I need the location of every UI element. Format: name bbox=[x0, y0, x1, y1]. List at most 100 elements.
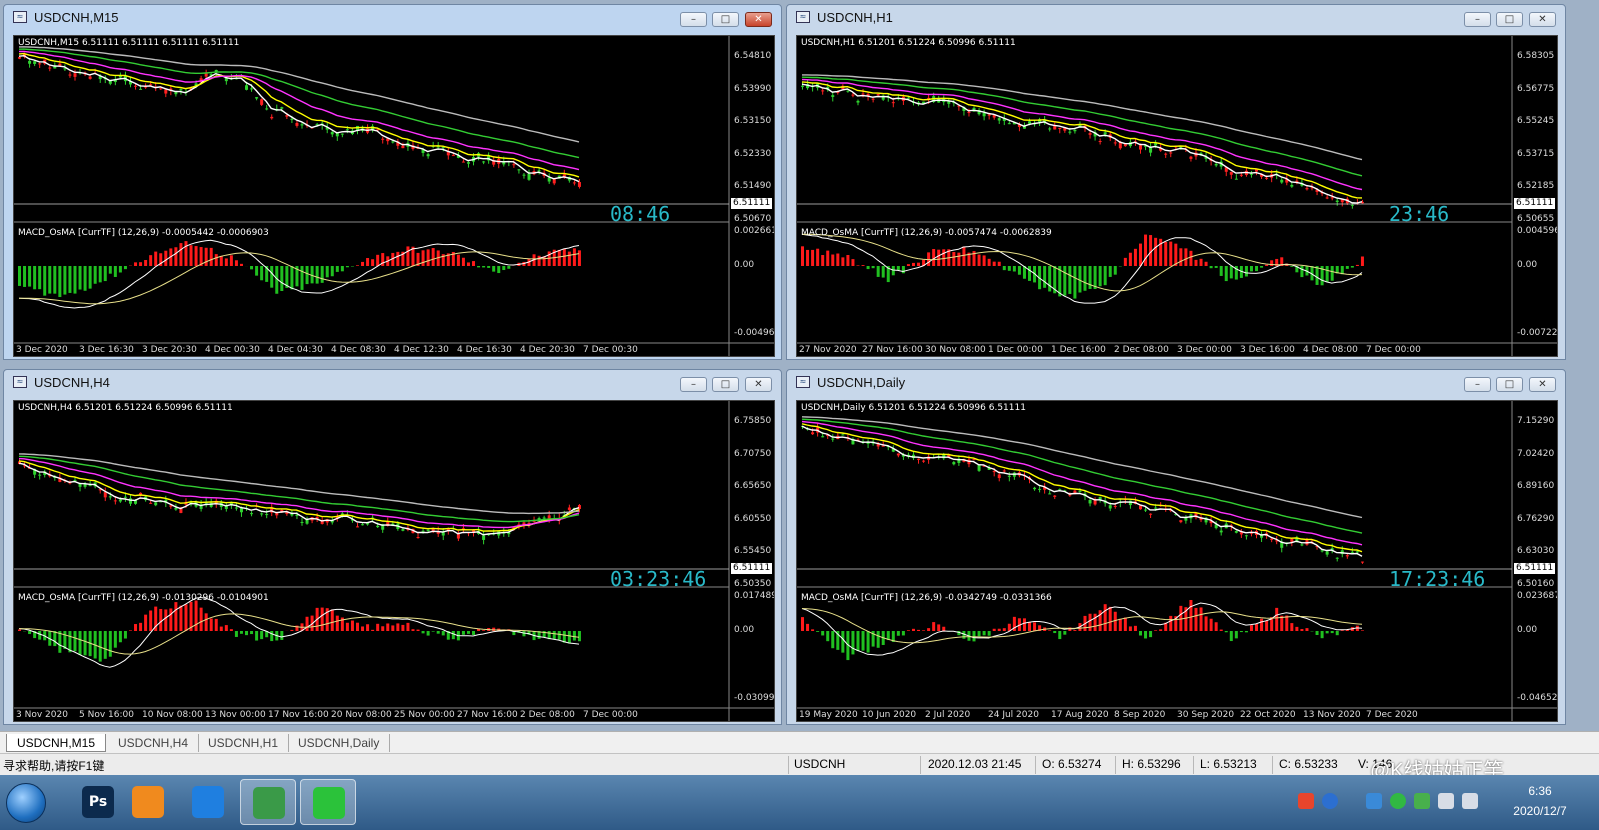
chart-window-h4[interactable]: ≈ USDCNH,H4 – □ ✕ USDCNH,H4 6.51201 6.51224 6… bbox=[3, 369, 782, 725]
window-titlebar[interactable]: ≈ USDCNH,H4 – □ ✕ bbox=[4, 370, 781, 396]
osma-bar bbox=[23, 266, 27, 287]
osma-bar bbox=[1290, 266, 1294, 267]
osma-bar bbox=[1138, 631, 1142, 636]
time-axis-label: 17 Aug 2020 bbox=[1051, 710, 1109, 720]
osma-bar bbox=[63, 631, 67, 649]
tray-help-icon[interactable] bbox=[1322, 793, 1338, 809]
taskbar-app-button[interactable] bbox=[180, 779, 236, 825]
tray-check-icon[interactable] bbox=[1414, 793, 1430, 809]
osma-bar bbox=[335, 266, 339, 272]
osma-bar bbox=[507, 266, 511, 269]
osma-bar bbox=[861, 265, 865, 266]
taskbar-app-button[interactable]: Ps bbox=[70, 779, 126, 825]
price-axis-label: 6.50670 bbox=[734, 213, 772, 224]
candle-body bbox=[1007, 475, 1011, 477]
osma-bar bbox=[431, 631, 435, 632]
osma-bar bbox=[1189, 250, 1193, 266]
osma-bar bbox=[1002, 628, 1006, 631]
chart-area[interactable]: USDCNH,H4 6.51201 6.51224 6.50996 6.5111… bbox=[13, 400, 775, 722]
maximize-button[interactable]: □ bbox=[712, 377, 739, 392]
chart-window-m15[interactable]: ≈ USDCNH,M15 – □ ✕ USDCNH,M15 6.51111 6.51111… bbox=[3, 4, 782, 360]
maximize-button[interactable]: □ bbox=[1496, 377, 1523, 392]
tray-sogou-icon[interactable] bbox=[1298, 793, 1314, 809]
minimize-button[interactable]: – bbox=[1464, 377, 1491, 392]
osma-bar bbox=[1285, 615, 1289, 631]
osma-bar bbox=[108, 266, 112, 274]
osma-bar bbox=[204, 613, 208, 631]
maximize-button[interactable]: □ bbox=[712, 12, 739, 27]
window-titlebar[interactable]: ≈ USDCNH,H1 – □ ✕ bbox=[787, 5, 1565, 31]
osma-bar bbox=[239, 263, 243, 266]
taskbar-app-button[interactable] bbox=[240, 779, 296, 825]
window-titlebar[interactable]: ≈ USDCNH,M15 – □ ✕ bbox=[4, 5, 781, 31]
tab-usdcnh-h1[interactable]: USDCNH,H1 bbox=[198, 734, 290, 752]
candle-body bbox=[1280, 179, 1284, 183]
tray-network-icon[interactable] bbox=[1438, 793, 1454, 809]
candle-body bbox=[1335, 557, 1339, 559]
osma-bar bbox=[330, 266, 334, 277]
close-button[interactable]: ✕ bbox=[1529, 12, 1556, 27]
osma-bar bbox=[1098, 266, 1102, 287]
tab-usdcnh-h4[interactable]: USDCNH,H4 bbox=[108, 734, 200, 752]
time-axis-label: 27 Nov 2020 bbox=[799, 345, 857, 355]
osma-bar bbox=[88, 266, 92, 289]
desktop-area: ≈ USDCNH,M15– □ ✕ USDCNH,M15 6.51111 6.51111… bbox=[0, 0, 1599, 742]
tab-usdcnh-m15[interactable]: USDCNH,M15 bbox=[6, 734, 107, 752]
osma-bar bbox=[209, 247, 213, 266]
tray-volume-icon[interactable] bbox=[1462, 793, 1478, 809]
price-axis-label: 6.89160 bbox=[1517, 481, 1555, 491]
osma-bar bbox=[1355, 264, 1359, 266]
taskbar-app-button[interactable] bbox=[300, 779, 356, 825]
candle-body bbox=[987, 114, 991, 116]
tray-wechat-icon[interactable] bbox=[1390, 793, 1406, 809]
clock[interactable]: 6:36 2020/12/7 bbox=[1490, 781, 1590, 821]
candle-body bbox=[260, 99, 264, 105]
close-button[interactable]: ✕ bbox=[1529, 377, 1556, 392]
chart-area[interactable]: USDCNH,M15 6.51111 6.51111 6.51111 6.511… bbox=[13, 35, 775, 357]
candle-body bbox=[876, 94, 880, 96]
osma-bar bbox=[1219, 629, 1223, 631]
osma-bar bbox=[1033, 622, 1037, 631]
candle-body bbox=[1239, 174, 1243, 176]
candle-body bbox=[517, 169, 521, 171]
chart-area[interactable]: USDCNH,H1 6.51201 6.51224 6.50996 6.5111… bbox=[796, 35, 1558, 357]
candle-body bbox=[917, 458, 921, 460]
window-title: USDCNH,Daily bbox=[817, 375, 906, 390]
macd-header: MACD_OsMA [CurrTF] (12,26,9) -0.0342749 … bbox=[801, 593, 1052, 603]
osma-bar bbox=[1169, 615, 1173, 631]
macd-axis-label: -0.0465264 bbox=[1517, 693, 1558, 703]
osma-bar bbox=[917, 262, 921, 266]
candle-body bbox=[821, 90, 825, 92]
osma-bar bbox=[1335, 631, 1339, 636]
close-button[interactable]: ✕ bbox=[745, 377, 772, 392]
osma-bar bbox=[386, 623, 390, 631]
candle-body bbox=[1068, 494, 1072, 496]
candle-body bbox=[1244, 535, 1248, 537]
osma-bar bbox=[250, 631, 254, 635]
chart-area[interactable]: USDCNH,Daily 6.51201 6.51224 6.50996 6.5… bbox=[796, 400, 1558, 722]
start-button[interactable] bbox=[6, 783, 46, 823]
minimize-button[interactable]: – bbox=[680, 12, 707, 27]
close-button[interactable]: ✕ bbox=[745, 12, 772, 27]
candle-body bbox=[159, 88, 163, 90]
maximize-button[interactable]: □ bbox=[1496, 12, 1523, 27]
osma-bar bbox=[144, 259, 148, 266]
chart-window-icon: ≈ bbox=[13, 376, 27, 388]
osma-bar bbox=[816, 248, 820, 266]
osma-bar bbox=[229, 255, 233, 266]
time-axis-label: 4 Dec 16:30 bbox=[457, 345, 512, 355]
candle-body bbox=[250, 513, 254, 515]
osma-bar bbox=[123, 266, 127, 270]
window-titlebar[interactable]: ≈ USDCNH,Daily – □ ✕ bbox=[787, 370, 1565, 396]
tray-shield-icon[interactable] bbox=[1366, 793, 1382, 809]
osma-bar bbox=[320, 607, 324, 631]
candle-body bbox=[38, 63, 42, 65]
minimize-button[interactable]: – bbox=[680, 377, 707, 392]
chart-window-daily[interactable]: ≈ USDCNH,Daily – □ ✕ USDCNH,Daily 6.51201 6.5… bbox=[786, 369, 1566, 725]
minimize-button[interactable]: – bbox=[1464, 12, 1491, 27]
candle-body bbox=[239, 508, 243, 513]
chart-window-h1[interactable]: ≈ USDCNH,H1 – □ ✕ USDCNH,H1 6.51201 6.51224 6… bbox=[786, 4, 1566, 360]
tab-usdcnh-daily[interactable]: USDCNH,Daily bbox=[288, 734, 391, 752]
price-axis-label: 6.55245 bbox=[1517, 116, 1555, 126]
taskbar-app-button[interactable] bbox=[120, 779, 176, 825]
